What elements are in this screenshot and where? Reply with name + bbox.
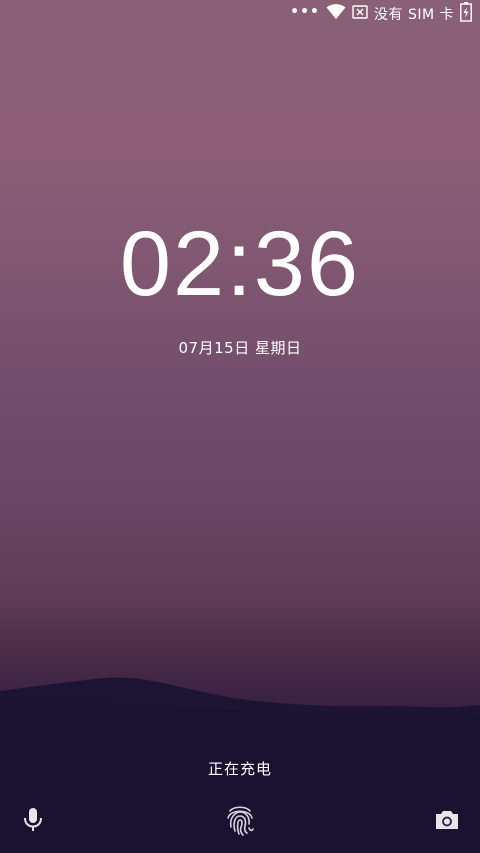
lock-clock: 02:36: [119, 213, 361, 315]
sim-x-icon: [352, 5, 368, 23]
sim-status-text: 没有 SIM 卡: [374, 7, 454, 23]
camera-icon: [436, 811, 458, 829]
battery-charging-icon: [460, 2, 472, 26]
lock-screen: ••• 没有 SIM 卡 02:36 07月15日 星期日 正在充电: [0, 0, 480, 853]
charging-status: 正在充电: [207, 760, 272, 778]
fingerprint-unlock-button[interactable]: [220, 800, 260, 840]
status-bar: ••• 没有 SIM 卡: [0, 0, 480, 28]
camera-button[interactable]: [427, 800, 467, 840]
lock-date: 07月15日 星期日: [178, 339, 302, 357]
voice-assist-button[interactable]: [13, 800, 53, 840]
wifi-icon: [326, 4, 346, 24]
notification-dots: •••: [290, 4, 320, 20]
microphone-icon: [24, 808, 42, 831]
fingerprint-icon: [227, 806, 254, 836]
